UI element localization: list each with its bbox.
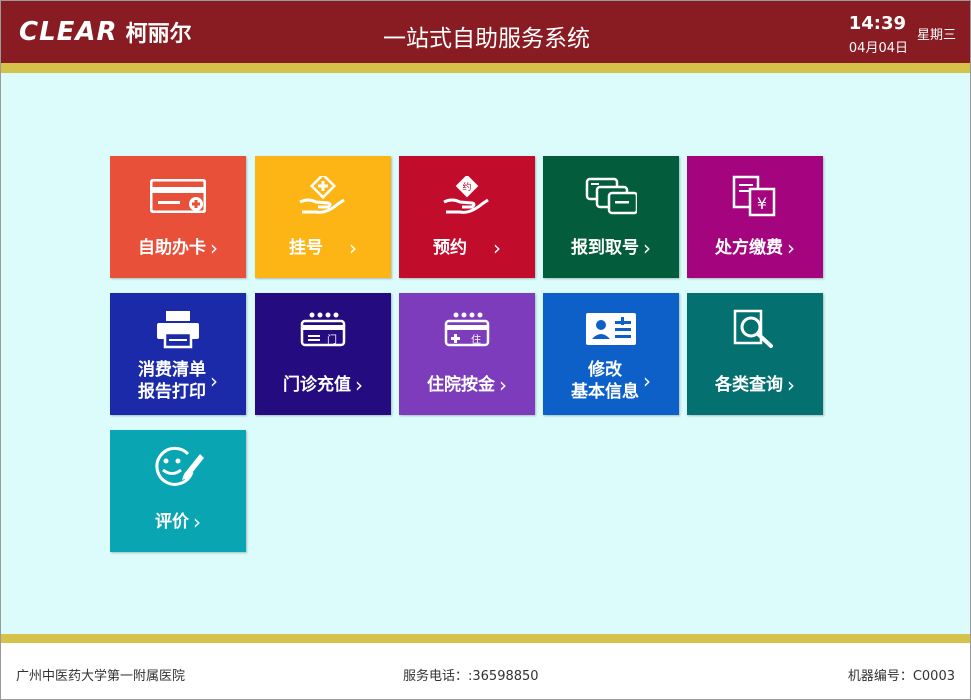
tile-prescription-pay[interactable]: ¥ 处方缴费 ›: [687, 156, 823, 278]
hospital-name: 广州中医药大学第一附属医院: [16, 669, 186, 684]
tile-appointment[interactable]: 约 预约 ›: [399, 156, 535, 278]
hand-appointment-icon: 约: [399, 174, 535, 218]
svg-text:¥: ¥: [757, 194, 767, 213]
svg-text:约: 约: [462, 181, 471, 193]
tile-edit-info[interactable]: 修改 基本信息 ›: [543, 293, 679, 415]
prescription-yen-icon: ¥: [687, 174, 823, 218]
inpatient-deposit-icon: 住: [399, 307, 535, 351]
outpatient-recharge-icon: 门: [255, 307, 391, 351]
tile-label: 评价 ›: [155, 510, 201, 534]
id-card-icon: [110, 174, 246, 218]
tile-label: 处方缴费 ›: [715, 236, 795, 260]
svg-text:住: 住: [471, 333, 481, 346]
tile-label: 修改 基本信息 ›: [571, 360, 651, 402]
tile-feedback[interactable]: 评价 ›: [110, 430, 246, 552]
clock-weekday: 星期三: [916, 28, 956, 43]
tile-inpatient-deposit[interactable]: 住 住院按金 ›: [399, 293, 535, 415]
footer-accent-strip: [1, 634, 970, 643]
page-title: 一站式自助服务系统: [383, 26, 590, 52]
tile-outpatient-recharge[interactable]: 门 门诊充值 ›: [255, 293, 391, 415]
tile-label: 报到取号 ›: [571, 236, 651, 260]
tile-query[interactable]: 各类查询 ›: [687, 293, 823, 415]
id-edit-icon: [543, 307, 679, 351]
tile-register[interactable]: 挂号 ›: [255, 156, 391, 278]
clock-date: 04月04日: [848, 41, 908, 56]
tile-label: 消费清单 报告打印 ›: [138, 360, 218, 402]
footer-bar: 广州中医药大学第一附属医院 服务电话：:36598850 机器编号：C0003: [1, 643, 970, 699]
header-accent-strip: [1, 63, 970, 73]
cards-queue-icon: [543, 174, 679, 218]
tile-self-card[interactable]: 自助办卡 ›: [110, 156, 246, 278]
printer-icon: [110, 307, 246, 351]
tile-label: 门诊充值 ›: [283, 373, 363, 397]
top-bar: CLEAR 柯丽尔 一站式自助服务系统 14:39 04月04日 星期三: [1, 1, 970, 63]
service-menu: 自助办卡 › 挂号 › 约 预约 › 报到取号 › ¥ 处方缴费 › 消费清单 报告打印 › …: [1, 73, 970, 634]
tile-label: 挂号 ›: [289, 236, 357, 260]
tile-label: 预约 ›: [433, 236, 501, 260]
machine-id: 机器编号：C0003: [847, 669, 955, 684]
hand-plus-icon: [255, 174, 391, 218]
tile-check-in[interactable]: 报到取号 ›: [543, 156, 679, 278]
svg-text:门: 门: [327, 333, 337, 346]
tile-label: 各类查询 ›: [715, 373, 795, 397]
search-document-icon: [687, 307, 823, 351]
tile-print-report[interactable]: 消费清单 报告打印 ›: [110, 293, 246, 415]
clock-time: 14:39: [848, 13, 906, 34]
smiley-pen-icon: [110, 444, 246, 488]
tile-label: 住院按金 ›: [427, 373, 507, 397]
service-phone: 服务电话：:36598850: [403, 669, 539, 684]
tile-label: 自助办卡 ›: [138, 236, 218, 260]
